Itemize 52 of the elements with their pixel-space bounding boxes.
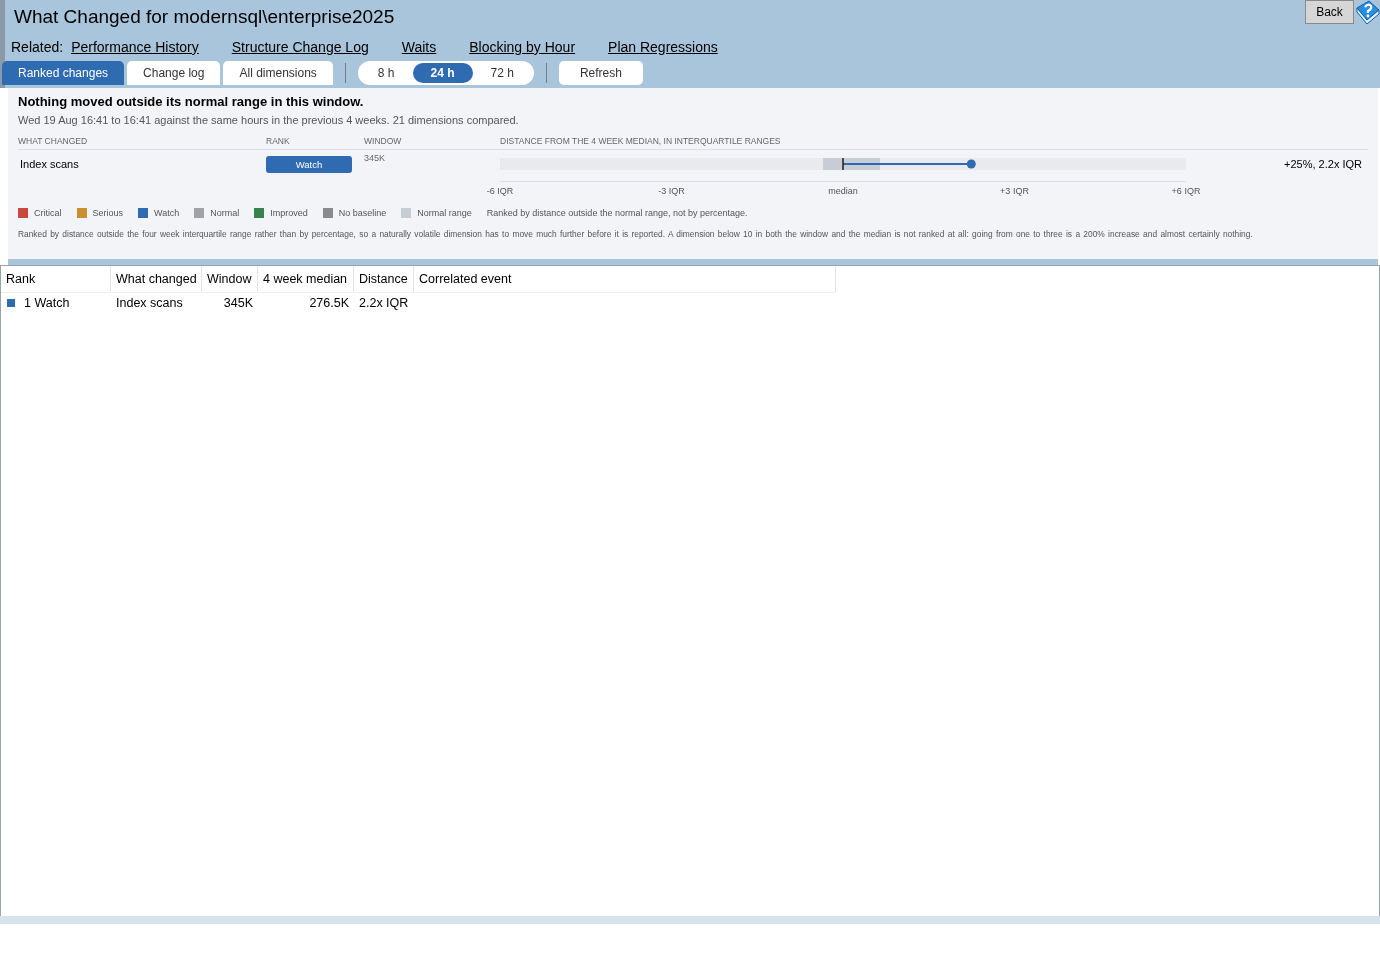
footnote: Ranked by distance outside the four week interquartile range rather than by percentage, so a naturally volatile dimension has to move much further before it is reported. A dimension below 10 in both the window and the median is not ranked at all: going from one to three is a 200% increase and almost certainly nothing. — [18, 229, 1253, 239]
table-cell: 2.2x IQR — [359, 296, 409, 310]
table-cell: 1 Watch — [24, 296, 70, 310]
column-header: What changed — [116, 272, 197, 286]
window-title: What Changed for modernsql\enterprise2025 — [13, 5, 395, 29]
axis-label: median — [828, 186, 858, 196]
column-header: Window — [207, 272, 252, 286]
view-tab[interactable]: Change log — [127, 61, 221, 85]
related-link[interactable]: Performance History — [71, 39, 199, 55]
axis-label: +3 IQR — [1000, 186, 1029, 196]
help-book-icon[interactable] — [1354, 0, 1380, 26]
dimension-name: Index scans — [20, 158, 79, 170]
time-range-tab[interactable]: 24 h — [412, 63, 473, 83]
time-range-tab[interactable]: 72 h — [472, 63, 532, 83]
column-header: DISTANCE FROM THE 4 WEEK MEDIAN, IN INTERQUARTILE RANGES — [500, 136, 781, 146]
table-cell: 345K — [223, 296, 253, 310]
column-header: WHAT CHANGED — [18, 136, 88, 146]
column-header: WINDOW — [364, 136, 402, 146]
rank-badge: Watch — [266, 155, 352, 173]
axis-label: -3 IQR — [658, 186, 685, 196]
axis-label: -6 IQR — [486, 186, 514, 196]
legend-label: Normal range — [417, 208, 472, 218]
summary-headline: Nothing moved outside its normal range in this window. — [18, 94, 364, 109]
legend-label: Critical — [34, 208, 62, 218]
legend-note: Ranked by distance outside the normal range, not by percentage. — [486, 208, 748, 218]
legend-label: Improved — [270, 208, 308, 218]
legend-label: Serious — [92, 208, 124, 218]
legend-label: Normal — [210, 208, 240, 218]
distance-reading: +25%, 2.2x IQR — [1284, 158, 1362, 170]
refresh-button[interactable]: Refresh — [558, 61, 643, 85]
column-header: RANK — [266, 136, 290, 146]
column-header: 4 week median — [263, 272, 348, 286]
back-button[interactable]: Back — [1305, 0, 1354, 24]
summary-detail: Wed 19 Aug 16:41 to 16:41 against the same hours in the previous 4 weeks. 21 dimensions compared. — [18, 114, 519, 126]
median-line — [842, 158, 844, 170]
legend-label: No baseline — [338, 208, 387, 218]
table-cell: 276.5K — [309, 296, 349, 310]
window-value: 345K — [364, 153, 386, 163]
column-header: Correlated event — [419, 272, 512, 286]
related-link[interactable]: Waits — [401, 39, 437, 55]
legend-label: Watch — [154, 208, 180, 218]
table-cell: Index scans — [116, 296, 183, 310]
related-link[interactable]: Plan Regressions — [608, 39, 718, 55]
related-link[interactable]: Blocking by Hour — [469, 39, 576, 55]
view-tab[interactable]: Ranked changes — [2, 61, 125, 85]
view-tab[interactable]: All dimensions — [223, 61, 333, 85]
column-header: Distance — [359, 272, 408, 286]
axis-label: +6 IQR — [1171, 186, 1201, 196]
related-label: Related: — [11, 39, 64, 55]
related-link[interactable]: Structure Change Log — [231, 39, 369, 55]
time-range-tab[interactable]: 8 h — [359, 63, 413, 83]
column-header: Rank — [6, 272, 36, 286]
